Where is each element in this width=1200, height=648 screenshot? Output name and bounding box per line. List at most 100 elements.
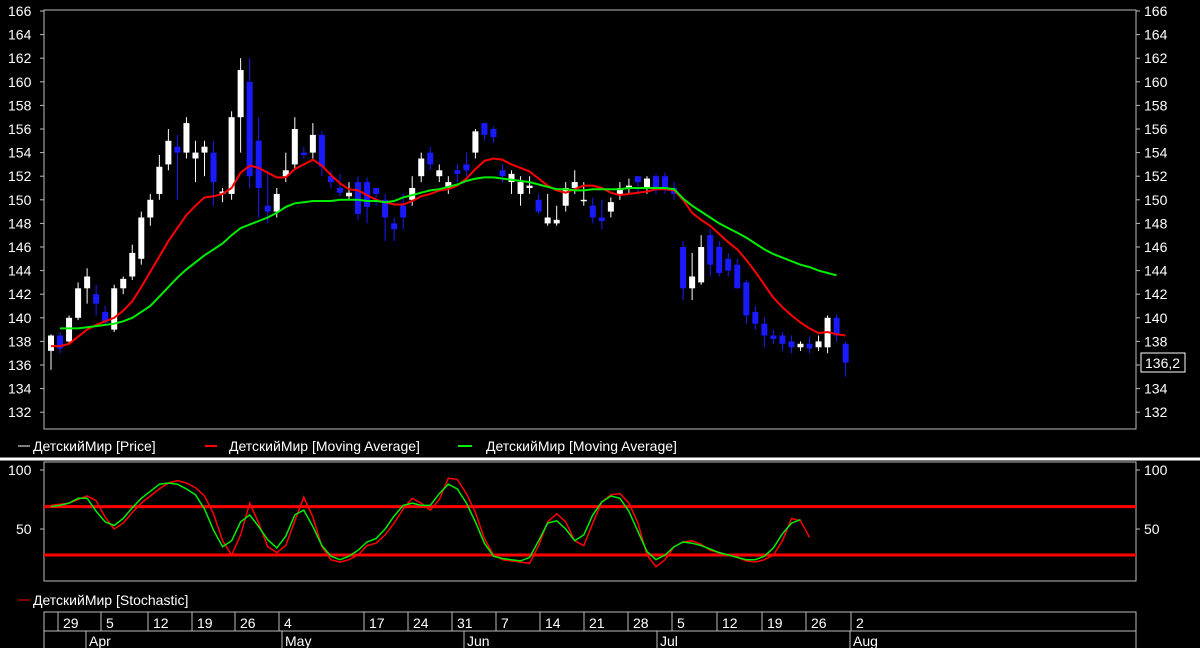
y-tick-label: 132 <box>1144 404 1168 420</box>
candle-down <box>752 311 759 324</box>
legend-stochastic-label: ДетскийМир [Stochastic] <box>33 592 188 608</box>
candle-down <box>634 176 641 183</box>
y-tick-label: 156 <box>1144 121 1168 137</box>
candle-down <box>246 81 253 177</box>
y-tick-label: 162 <box>8 50 32 66</box>
candle-up <box>84 276 91 289</box>
candle-up <box>48 335 54 351</box>
y-tick-label: 164 <box>1144 27 1168 43</box>
y-tick-label: 158 <box>1144 97 1168 113</box>
candle-down <box>589 205 596 218</box>
candle-up <box>571 182 578 188</box>
candle-down <box>734 264 741 289</box>
candle-up <box>273 193 280 212</box>
candle-up <box>192 152 199 159</box>
candle-down <box>255 140 262 188</box>
y-tick-label: 142 <box>1144 286 1168 302</box>
candle-up <box>607 202 614 212</box>
stock-chart: 1321341361381401421441461481501521541561… <box>0 3 1200 648</box>
candle-up <box>165 140 172 165</box>
candle-down <box>210 152 217 183</box>
candle-down <box>174 146 181 153</box>
candle-down <box>662 176 669 188</box>
candle-up <box>643 178 650 188</box>
candle-up <box>228 117 235 194</box>
candle-down <box>93 294 100 304</box>
candle-up <box>526 185 533 188</box>
y-tick-label: 144 <box>1144 263 1168 279</box>
candle-up <box>436 170 443 177</box>
candle-down <box>499 170 506 177</box>
candle-up <box>580 199 587 202</box>
y-tick-label: 162 <box>1144 50 1168 66</box>
candle-down <box>707 235 714 265</box>
y-tick-label: 160 <box>1144 74 1168 90</box>
candle-down <box>653 176 660 188</box>
month-label: Jun <box>467 633 490 648</box>
candle-up <box>147 199 154 218</box>
candle-up <box>517 182 524 194</box>
y-tick-label: 148 <box>8 215 32 231</box>
day-label: 5 <box>677 615 685 631</box>
candle-up <box>418 158 425 177</box>
candle-down <box>779 335 786 344</box>
day-label: 12 <box>722 615 738 631</box>
candle-down <box>427 152 434 165</box>
y-tick-label: 134 <box>8 381 32 397</box>
candle-down <box>336 188 343 193</box>
y-tick-label: 146 <box>8 239 32 255</box>
day-label: 5 <box>106 615 114 631</box>
candle-up <box>815 341 822 348</box>
y-tick-label: 132 <box>8 404 32 420</box>
candle-down <box>400 205 407 218</box>
legend-ma-green-label: ДетскийМир [Moving Average] <box>486 438 677 454</box>
candle-up <box>291 129 298 165</box>
y-tick-label: 158 <box>8 97 32 113</box>
candle-down <box>598 217 605 222</box>
y-tick-label: 138 <box>1144 333 1168 349</box>
day-label: 7 <box>501 615 509 631</box>
month-label: Apr <box>89 633 111 648</box>
y-tick-label: 150 <box>8 192 32 208</box>
candle-down <box>318 134 325 167</box>
stochastic-axis-left: 50 100 <box>8 462 44 537</box>
candle-down <box>481 123 488 135</box>
day-label: 2 <box>856 615 864 631</box>
y-tick-label: 146 <box>1144 239 1168 255</box>
candle-down <box>770 335 777 340</box>
candle-up <box>129 252 136 277</box>
y-tick-label: 152 <box>1144 168 1168 184</box>
y-tick-label: 144 <box>8 263 32 279</box>
candle-up <box>201 146 208 153</box>
day-label: 12 <box>153 615 169 631</box>
candle-up <box>472 131 479 153</box>
y-tick-label: 166 <box>1144 3 1168 19</box>
candle-up <box>544 217 551 224</box>
candle-up <box>345 192 352 197</box>
day-label: 14 <box>545 615 561 631</box>
day-label: 29 <box>63 615 79 631</box>
candle-down <box>391 223 398 230</box>
candle-up <box>138 217 145 259</box>
price-axis-left: 132 134 136 138 140 142 144 146 148 150 152 154 156 1… <box>8 3 44 420</box>
day-label: 31 <box>457 615 473 631</box>
candle-up <box>66 317 73 342</box>
candle-down <box>788 341 795 348</box>
candle-down <box>373 188 380 194</box>
candle-up <box>75 288 82 318</box>
candle-down <box>761 323 768 336</box>
day-label: 24 <box>413 615 429 631</box>
y-tick-label: 142 <box>8 286 32 302</box>
candle-down <box>535 199 542 212</box>
y-tick-label: 154 <box>1144 145 1168 161</box>
y-tick-label: 136 <box>8 357 32 373</box>
y-tick-label: 100 <box>1144 462 1168 478</box>
y-tick-label: 156 <box>8 121 32 137</box>
candle-up <box>797 343 804 348</box>
last-price-label: 136,2 <box>1145 355 1180 371</box>
candle-down <box>806 343 813 349</box>
day-label: 19 <box>197 615 213 631</box>
candle-down <box>300 152 307 155</box>
legend-price-label: ДетскийМир [Price] <box>33 438 156 454</box>
candle-up <box>562 188 569 206</box>
